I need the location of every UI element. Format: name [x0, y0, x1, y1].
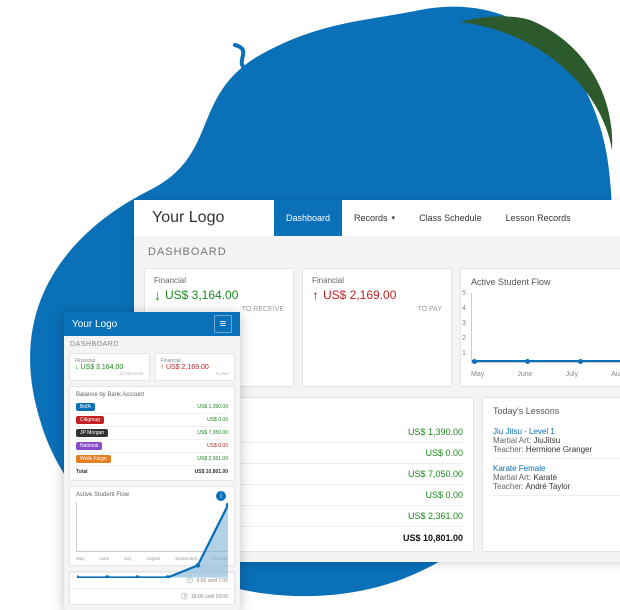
mobile-balance-card: Balance by Bank Account BofA US$ 1,390.00…: [69, 386, 235, 481]
account-row: Wells Fargo US$ 2,361.00: [76, 453, 228, 466]
nav-dashboard[interactable]: Dashboard: [274, 200, 342, 236]
mobile-fin-pay[interactable]: Financial ↑US$ 2,169.00 TO PAY: [155, 353, 236, 381]
arrow-down-icon: ↓: [75, 364, 79, 371]
squiggle-decoration: [225, 40, 285, 125]
lesson-martial: Karate: [533, 473, 557, 482]
caret-down-icon: ▾: [392, 214, 396, 222]
ytick: 1: [462, 350, 466, 357]
xtick: May: [471, 371, 484, 378]
account-pill: Wells Fargo: [76, 455, 111, 463]
lessons-title: Today's Lessons: [493, 406, 620, 416]
pay-sub: TO PAY: [312, 306, 442, 313]
nav-lesson-records[interactable]: Lesson Records: [494, 200, 583, 236]
arrow-down-icon: ↓: [154, 288, 161, 302]
nav: Dashboard Records ▾ Class Schedule Lesson…: [274, 200, 583, 236]
balance-title: Balance by Bank Account: [76, 392, 228, 398]
schedule-row: 🕐18:00 until 19:00: [70, 588, 234, 604]
nav-records[interactable]: Records ▾: [342, 200, 407, 236]
mobile-asf-chart: [76, 502, 228, 552]
account-pill: Citigroup: [76, 416, 104, 424]
account-row: Citigroup US$ 0.00: [76, 414, 228, 427]
account-row: BofA US$ 1,390.00: [76, 401, 228, 414]
mobile-brand: Your Logo: [72, 319, 117, 330]
lesson-martial-label: Martial Art:: [493, 473, 531, 482]
lesson-teacher: Hermione Granger: [526, 445, 592, 454]
account-pill: BofA: [76, 403, 95, 411]
clock-icon: 🕐: [181, 593, 188, 600]
mobile-fin-receive[interactable]: Financial ↓US$ 3,164.00 TO RECEIVE: [69, 353, 150, 381]
lesson-teacher-label: Teacher:: [493, 482, 524, 491]
brand-logo: Your Logo: [134, 209, 274, 227]
page-title: DASHBOARD: [134, 236, 620, 268]
asf-chart: 5 4 3 2 1: [471, 293, 620, 363]
account-row: JP Morgan US$ 7,050.00: [76, 427, 228, 440]
clock-icon: 🕐: [186, 577, 193, 584]
lesson-teacher-label: Teacher:: [493, 445, 524, 454]
account-row: National US$ 0.00: [76, 440, 228, 453]
financial-label: Financial: [154, 276, 284, 285]
total-label: Total: [76, 469, 88, 475]
asf-title: Active Student Flow: [471, 277, 620, 287]
nav-class-schedule[interactable]: Class Schedule: [407, 200, 494, 236]
ytick: 4: [462, 305, 466, 312]
todays-lessons-card: Today's Lessons Jiu Jitsu - Level 1 Mart…: [482, 397, 620, 552]
lesson-martial-label: Martial Art:: [493, 436, 531, 445]
total-value: US$ 10,801.00: [195, 469, 228, 475]
financial-pay-card[interactable]: Financial ↑ US$ 2,169.00 TO PAY: [302, 268, 452, 387]
account-pill: National: [76, 442, 102, 450]
top-bar: Your Logo Dashboard Records ▾ Class Sched…: [134, 200, 620, 236]
mobile-preview: Your Logo ≡ DASHBOARD Financial ↓US$ 3,1…: [64, 312, 240, 610]
schedule-time: 18:00 until 19:00: [191, 594, 228, 600]
pay-amount: US$ 2,169.00: [323, 288, 396, 302]
lesson-link[interactable]: Jiu Jitsu - Level 1: [493, 427, 555, 436]
receive-amount: US$ 3,164.00: [165, 288, 238, 302]
ytick: 3: [462, 320, 466, 327]
amount: US$ 2,169.00: [166, 364, 209, 371]
sub: TO RECEIVE: [75, 371, 144, 376]
account-value: US$ 1,390.00: [197, 404, 228, 410]
mobile-asf-card: Active Student Flowi May June July Augus…: [69, 486, 235, 566]
account-value: US$ 7,050.00: [197, 430, 228, 436]
lesson-teacher: André Taylor: [525, 482, 570, 491]
mobile-page-title: DASHBOARD: [64, 336, 240, 353]
menu-icon[interactable]: ≡: [214, 315, 232, 333]
lesson-martial: JiuJitsu: [533, 436, 560, 445]
arrow-up-icon: ↑: [161, 364, 165, 371]
amount: US$ 3,164.00: [81, 364, 124, 371]
account-value: US$ 0.00: [207, 443, 228, 449]
xtick: July: [566, 371, 578, 378]
ytick: 2: [462, 335, 466, 342]
lesson-link[interactable]: Karate Female: [493, 464, 545, 473]
lesson-item: Jiu Jitsu - Level 1 Martial Art: JiuJits…: [493, 422, 620, 459]
ytick: 5: [462, 290, 466, 297]
sub: TO PAY: [161, 371, 230, 376]
mobile-asf-title: Active Student Flow: [76, 492, 129, 498]
arrow-up-icon: ↑: [312, 288, 319, 302]
mobile-topbar: Your Logo ≡: [64, 312, 240, 336]
active-student-flow-card: Active Student Flow 5 4 3 2 1 May June J…: [460, 268, 620, 387]
account-value: US$ 2,361.00: [197, 456, 228, 462]
schedule-time: 6:00 until 7:00: [197, 578, 228, 584]
xtick: June: [517, 371, 532, 378]
account-value: US$ 0.00: [207, 417, 228, 423]
info-icon[interactable]: i: [216, 491, 226, 501]
financial-label: Financial: [312, 276, 442, 285]
account-pill: JP Morgan: [76, 429, 108, 437]
nav-records-label: Records: [354, 213, 388, 223]
xtick: August: [611, 371, 620, 378]
lesson-item: Karate Female Martial Art: Karate Teache…: [493, 459, 620, 496]
